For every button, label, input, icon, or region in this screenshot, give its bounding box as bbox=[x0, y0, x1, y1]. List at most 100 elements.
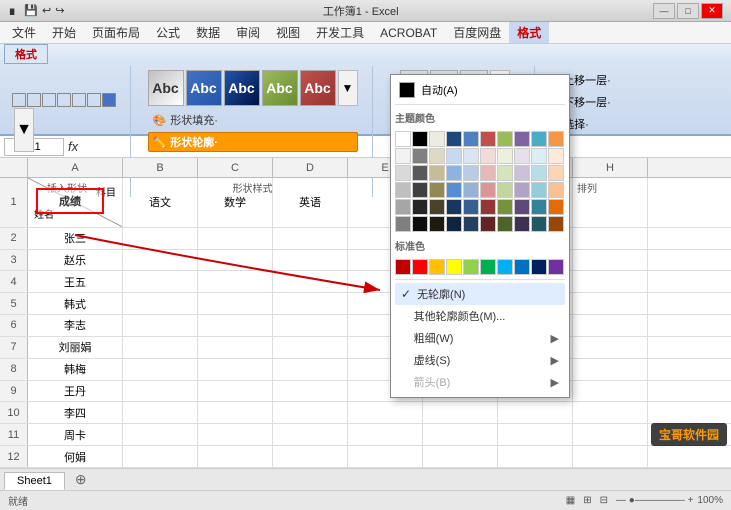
color-swatch[interactable] bbox=[531, 131, 547, 147]
cell-B11[interactable] bbox=[123, 424, 198, 445]
color-swatch[interactable] bbox=[463, 165, 479, 181]
color-swatch[interactable] bbox=[531, 199, 547, 215]
color-swatch[interactable] bbox=[514, 131, 530, 147]
cell-C7[interactable] bbox=[198, 337, 273, 358]
abc-expand-btn[interactable]: ▼ bbox=[338, 70, 358, 106]
col-header-H[interactable]: H bbox=[573, 158, 648, 177]
color-swatch[interactable] bbox=[497, 199, 513, 215]
cell-H12[interactable] bbox=[573, 446, 648, 467]
sheet-tab-sheet1[interactable]: Sheet1 bbox=[4, 472, 65, 490]
color-swatch[interactable] bbox=[446, 216, 462, 232]
color-swatch[interactable] bbox=[395, 165, 411, 181]
cell-A7[interactable]: 刘丽娟 bbox=[28, 337, 123, 358]
cell-D10[interactable] bbox=[273, 402, 348, 423]
color-swatch[interactable] bbox=[412, 148, 428, 164]
col-header-C[interactable]: C bbox=[198, 158, 273, 177]
color-swatch[interactable] bbox=[548, 216, 564, 232]
maximize-button[interactable]: □ bbox=[677, 3, 699, 19]
color-swatch[interactable] bbox=[531, 148, 547, 164]
color-swatch[interactable] bbox=[395, 216, 411, 232]
cell-D7[interactable] bbox=[273, 337, 348, 358]
color-swatch[interactable] bbox=[463, 131, 479, 147]
shape-icon-3[interactable] bbox=[42, 93, 56, 107]
color-swatch[interactable] bbox=[429, 259, 445, 275]
menu-start[interactable]: 开始 bbox=[44, 22, 84, 43]
cell-B10[interactable] bbox=[123, 402, 198, 423]
view-pagebreak-btn[interactable]: ⊟ bbox=[600, 495, 608, 506]
color-swatch[interactable] bbox=[429, 199, 445, 215]
shape-icon-5[interactable] bbox=[72, 93, 86, 107]
cell-A10[interactable]: 李四 bbox=[28, 402, 123, 423]
cell-D1[interactable]: 英语 bbox=[273, 178, 348, 227]
color-swatch[interactable] bbox=[463, 199, 479, 215]
color-swatch[interactable] bbox=[497, 259, 513, 275]
menu-formula[interactable]: 公式 bbox=[148, 22, 188, 43]
cell-D6[interactable] bbox=[273, 315, 348, 336]
cell-G12[interactable] bbox=[498, 446, 573, 467]
cell-H8[interactable] bbox=[573, 359, 648, 380]
menu-baidu[interactable]: 百度网盘 bbox=[445, 22, 509, 43]
shape-icon-4[interactable] bbox=[57, 93, 71, 107]
cell-H7[interactable] bbox=[573, 337, 648, 358]
cell-H9[interactable] bbox=[573, 381, 648, 402]
close-button[interactable]: ✕ bbox=[701, 3, 723, 19]
more-colors-item[interactable]: 其他轮廓颜色(M)... bbox=[395, 305, 565, 327]
cell-H11[interactable] bbox=[573, 424, 648, 445]
color-swatch[interactable] bbox=[395, 199, 411, 215]
cell-B7[interactable] bbox=[123, 337, 198, 358]
color-swatch[interactable] bbox=[548, 259, 564, 275]
color-swatch[interactable] bbox=[548, 148, 564, 164]
cell-B12[interactable] bbox=[123, 446, 198, 467]
color-swatch[interactable] bbox=[480, 182, 496, 198]
color-swatch[interactable] bbox=[531, 182, 547, 198]
cell-C5[interactable] bbox=[198, 293, 273, 314]
color-swatch[interactable] bbox=[514, 182, 530, 198]
color-swatch[interactable] bbox=[497, 182, 513, 198]
color-swatch[interactable] bbox=[463, 182, 479, 198]
color-swatch[interactable] bbox=[446, 165, 462, 181]
cell-A8[interactable]: 韩梅 bbox=[28, 359, 123, 380]
color-swatch[interactable] bbox=[531, 165, 547, 181]
color-swatch[interactable] bbox=[463, 259, 479, 275]
color-swatch[interactable] bbox=[531, 216, 547, 232]
cell-H4[interactable] bbox=[573, 271, 648, 292]
cell-C12[interactable] bbox=[198, 446, 273, 467]
cell-B9[interactable] bbox=[123, 381, 198, 402]
shape-expand-btn[interactable]: ▼ bbox=[14, 108, 34, 152]
color-swatch[interactable] bbox=[412, 131, 428, 147]
cell-F12[interactable] bbox=[423, 446, 498, 467]
cell-C11[interactable] bbox=[198, 424, 273, 445]
cell-B2[interactable] bbox=[123, 228, 198, 249]
cell-C1[interactable]: 数学 bbox=[198, 178, 273, 227]
color-swatch[interactable] bbox=[463, 216, 479, 232]
color-swatch[interactable] bbox=[429, 182, 445, 198]
cell-H6[interactable] bbox=[573, 315, 648, 336]
color-swatch[interactable] bbox=[514, 148, 530, 164]
color-swatch[interactable] bbox=[480, 259, 496, 275]
cell-D12[interactable] bbox=[273, 446, 348, 467]
cell-D5[interactable] bbox=[273, 293, 348, 314]
menu-view[interactable]: 视图 bbox=[268, 22, 308, 43]
menu-format[interactable]: 格式 bbox=[509, 22, 549, 43]
cell-H2[interactable] bbox=[573, 228, 648, 249]
abc-style-5[interactable]: Abc bbox=[300, 70, 336, 106]
color-swatch[interactable] bbox=[446, 199, 462, 215]
cell-F11[interactable] bbox=[423, 424, 498, 445]
cell-E11[interactable] bbox=[348, 424, 423, 445]
color-swatch[interactable] bbox=[497, 216, 513, 232]
ribbon-tab-format[interactable]: 格式 bbox=[4, 44, 48, 64]
header-cell-A1[interactable]: 科目 姓名 成绩 bbox=[28, 178, 123, 227]
color-swatch[interactable] bbox=[480, 216, 496, 232]
menu-file[interactable]: 文件 bbox=[4, 22, 44, 43]
cell-C4[interactable] bbox=[198, 271, 273, 292]
color-swatch[interactable] bbox=[480, 131, 496, 147]
cell-H5[interactable] bbox=[573, 293, 648, 314]
quick-access-undo[interactable]: ↩ bbox=[42, 4, 51, 17]
menu-acrobat[interactable]: ACROBAT bbox=[372, 24, 445, 42]
color-swatch[interactable] bbox=[395, 148, 411, 164]
quick-access-save[interactable]: 💾 bbox=[24, 4, 38, 17]
cell-A4[interactable]: 王五 bbox=[28, 271, 123, 292]
color-swatch[interactable] bbox=[429, 165, 445, 181]
cell-H3[interactable] bbox=[573, 250, 648, 271]
menu-devtools[interactable]: 开发工具 bbox=[308, 22, 372, 43]
